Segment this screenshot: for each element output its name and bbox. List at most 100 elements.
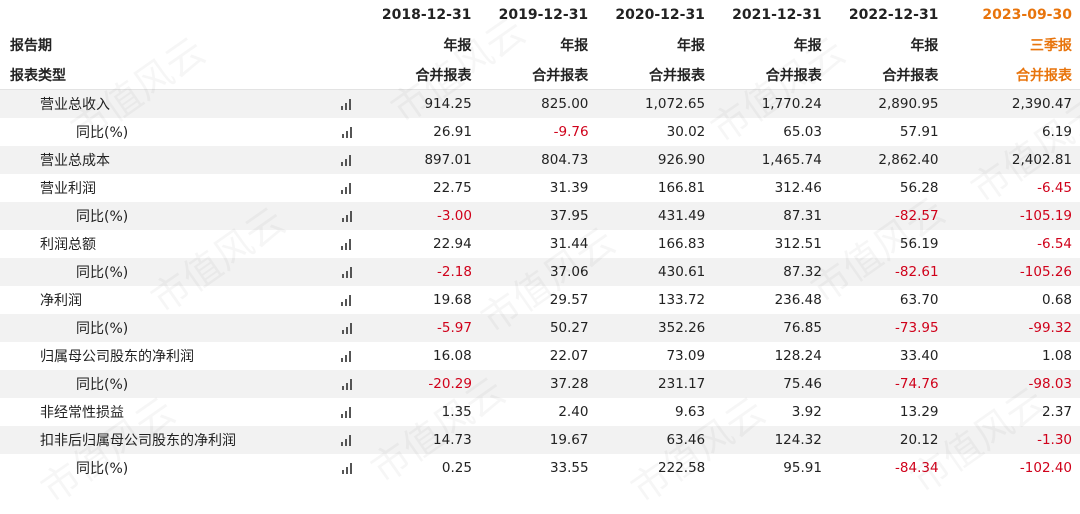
value-cell: 166.83 [657,236,706,252]
period-header-current[interactable]: 2023-09-30 [949,7,1080,23]
value-cell: 312.51 [774,236,822,252]
period-header[interactable]: 2020-12-31 [599,7,716,23]
value-cell: 1,770.24 [761,96,822,112]
table-row: 扣非后归属母公司股东的净利润 14.73 19.67 63.46 124.32 20.12… [0,426,1080,454]
table-row: 同比(%) -3.00 37.95 431.49 87.31 -82.57 -105.19 [0,202,1080,230]
value-cell: 75.46 [783,376,822,392]
table-row: 营业总成本 897.01 804.73 926.90 1,465.74 2,862.40 2… [0,146,1080,174]
value-cell: 63.70 [899,292,939,308]
table-row: 同比(%) -5.97 50.27 352.26 76.85 -73.95 -99.32 [0,314,1080,342]
value-cell: -102.40 [1019,460,1073,476]
value-cell: -2.18 [437,264,472,280]
table-row: 同比(%) -2.18 37.06 430.61 87.32 -82.61 -105.26 [0,258,1080,286]
value-cell: 128.24 [774,348,822,364]
value-cell: -105.19 [1019,208,1073,224]
value-cell: -9.76 [553,124,589,140]
value-cell: 50.27 [549,320,589,336]
bar-chart-icon[interactable] [326,182,366,194]
value-cell: 22.75 [433,180,472,196]
value-cell: 29.57 [549,292,589,308]
table-row: 利润总额 22.94 31.44 166.83 312.51 56.19 -6.54 [0,230,1080,258]
value-cell: 16.08 [433,348,472,364]
value-cell: 1,072.65 [644,96,706,112]
row-label: 同比(%) [76,265,129,281]
value-cell: 897.01 [424,152,472,168]
table-row: 归属母公司股东的净利润 16.08 22.07 73.09 128.24 33.40 1.0… [0,342,1080,370]
value-cell: 56.28 [899,180,939,196]
row-label: 同比(%) [76,377,129,393]
bar-chart-icon[interactable] [326,238,366,250]
value-cell: 63.46 [666,432,706,448]
bar-chart-icon[interactable] [326,154,366,166]
value-cell: 56.19 [899,236,939,252]
financial-table: 2018-12-31 2019-12-31 2020-12-31 2021-12… [0,0,1080,482]
value-cell: 65.03 [783,124,822,140]
value-cell: 22.94 [433,236,472,252]
bar-chart-icon[interactable] [326,98,366,110]
bar-chart-icon[interactable] [327,210,367,222]
value-cell: 57.91 [899,124,939,140]
value-cell: 0.25 [441,460,472,476]
value-cell: 19.67 [549,432,589,448]
period-header[interactable]: 2018-12-31 [366,7,483,23]
value-cell: 1.08 [1041,348,1073,364]
statement-type: 合并报表 [648,67,705,84]
period-header[interactable]: 2019-12-31 [482,7,599,23]
value-cell: 6.19 [1041,124,1073,140]
value-cell: 825.00 [541,96,589,112]
value-cell: 22.07 [549,348,589,364]
statement-type: 合并报表 [765,67,822,84]
row-label: 扣非后归属母公司股东的净利润 [40,433,236,449]
value-cell: 1,465.74 [761,152,822,168]
value-cell: 231.17 [658,376,706,392]
bar-chart-icon[interactable] [327,462,367,474]
value-cell: 352.26 [658,320,706,336]
value-cell: 2.40 [558,404,589,420]
value-cell: 166.81 [657,180,706,196]
value-cell: -82.57 [895,208,939,224]
bar-chart-icon[interactable] [327,322,367,334]
value-cell: 236.48 [774,292,822,308]
value-cell: -98.03 [1028,376,1073,392]
bar-chart-icon[interactable] [326,350,366,362]
value-cell: -105.26 [1019,264,1073,280]
value-cell: 31.39 [549,180,589,196]
bar-chart-icon[interactable] [326,434,366,446]
period-header[interactable]: 2022-12-31 [833,7,950,23]
value-cell: 124.32 [774,432,822,448]
report-period-label: 报告期 [10,38,52,54]
statement-type: 合并报表 [532,67,589,84]
row-label: 营业总收入 [40,97,110,113]
bar-chart-icon[interactable] [326,294,366,306]
statement-type: 合并报表 [415,67,472,84]
value-cell: 20.12 [899,432,939,448]
bar-chart-icon[interactable] [327,266,367,278]
row-label: 营业总成本 [40,153,110,169]
value-cell: 14.73 [433,432,472,448]
value-cell: -74.76 [895,376,939,392]
bar-chart-icon[interactable] [326,406,366,418]
value-cell: 37.28 [549,376,589,392]
period-header[interactable]: 2021-12-31 [716,7,833,23]
row-label: 同比(%) [76,321,129,337]
value-cell: 95.91 [783,460,822,476]
bar-chart-icon[interactable] [327,126,367,138]
value-cell: -82.61 [895,264,939,280]
report-type: 年报 [793,38,822,54]
table-row: 净利润 19.68 29.57 133.72 236.48 63.70 0.68 [0,286,1080,314]
value-cell: -73.95 [895,320,939,336]
statement-type-current: 合并报表 [1015,67,1072,84]
report-type-current: 三季报 [1029,38,1072,54]
value-cell: 33.40 [899,348,939,364]
value-cell: 26.91 [433,124,472,140]
header-periods-row: 2018-12-31 2019-12-31 2020-12-31 2021-12… [0,0,1080,30]
report-type: 年报 [910,38,939,54]
value-cell: 0.68 [1041,292,1073,308]
report-type: 年报 [560,38,589,54]
header-report-type-row: 报告期 年报 年报 年报 年报 年报 三季报 [0,30,1080,60]
bar-chart-icon[interactable] [327,378,367,390]
value-cell: 312.46 [774,180,822,196]
value-cell: 133.72 [657,292,706,308]
value-cell: -20.29 [428,376,472,392]
row-label: 净利润 [40,293,82,309]
